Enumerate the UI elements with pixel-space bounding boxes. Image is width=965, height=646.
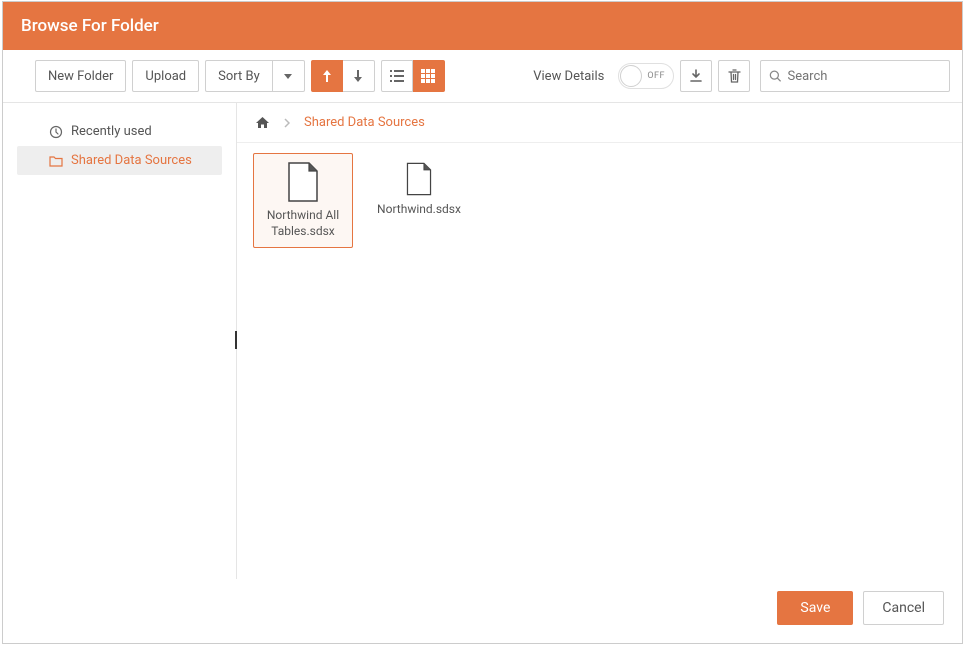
chevron-right-icon: [284, 118, 290, 128]
arrow-up-icon: [322, 69, 332, 83]
grid-view-button[interactable]: [413, 60, 445, 92]
folder-icon: [49, 155, 63, 167]
view-details-label: View Details: [533, 69, 604, 84]
file-grid: Northwind All Tables.sdsx Northwind.sdsx: [237, 143, 962, 579]
sidebar: Recently used Shared Data Sources: [3, 103, 237, 579]
download-button[interactable]: [680, 60, 712, 92]
sidebar-item-label: Recently used: [71, 124, 152, 139]
file-icon: [405, 162, 433, 196]
breadcrumb-home[interactable]: [255, 116, 270, 129]
file-name: Northwind.sdsx: [372, 202, 466, 218]
delete-button[interactable]: [718, 60, 750, 92]
grid-icon: [421, 69, 435, 83]
resize-handle[interactable]: [235, 331, 237, 349]
file-name: Northwind All Tables.sdsx: [256, 208, 350, 239]
search-input[interactable]: [788, 69, 942, 84]
sort-by-dropdown[interactable]: Sort By: [205, 60, 305, 92]
breadcrumb-current[interactable]: Shared Data Sources: [304, 115, 425, 130]
cancel-button[interactable]: Cancel: [863, 591, 944, 625]
sort-by-label: Sort By: [205, 60, 273, 92]
dialog-body: Recently used Shared Data Sources Shared…: [3, 103, 962, 579]
view-mode-group: [381, 60, 445, 92]
download-icon: [689, 69, 703, 83]
sidebar-item-shared-data-sources[interactable]: Shared Data Sources: [17, 146, 222, 175]
upload-button[interactable]: Upload: [132, 60, 199, 92]
arrow-down-icon: [353, 69, 363, 83]
dialog-footer: Save Cancel: [3, 579, 962, 643]
sort-desc-button[interactable]: [343, 60, 375, 92]
home-icon: [255, 116, 270, 129]
sidebar-item-label: Shared Data Sources: [71, 153, 192, 168]
toolbar: New Folder Upload Sort By View: [3, 50, 962, 103]
list-icon: [390, 70, 404, 82]
search-icon: [769, 69, 782, 83]
content-pane: Shared Data Sources Northwind All Tables…: [237, 103, 962, 579]
toggle-knob: [620, 65, 642, 87]
file-icon: [286, 162, 320, 202]
caret-down-icon: [273, 60, 305, 92]
clock-icon: [49, 125, 63, 139]
breadcrumb: Shared Data Sources: [237, 103, 962, 143]
list-view-button[interactable]: [381, 60, 413, 92]
sidebar-item-recent[interactable]: Recently used: [17, 117, 222, 146]
search-field[interactable]: [760, 60, 950, 92]
sort-direction-group: [311, 60, 375, 92]
save-button[interactable]: Save: [777, 591, 853, 625]
file-tile[interactable]: Northwind All Tables.sdsx: [253, 153, 353, 248]
browse-folder-dialog: Browse For Folder New Folder Upload Sort…: [2, 1, 963, 644]
sort-asc-button[interactable]: [311, 60, 343, 92]
dialog-title: Browse For Folder: [3, 2, 962, 50]
toggle-state-label: OFF: [643, 71, 673, 81]
file-tile[interactable]: Northwind.sdsx: [369, 153, 469, 248]
view-details-toggle[interactable]: OFF: [618, 63, 674, 89]
new-folder-button[interactable]: New Folder: [35, 60, 126, 92]
trash-icon: [728, 69, 741, 83]
